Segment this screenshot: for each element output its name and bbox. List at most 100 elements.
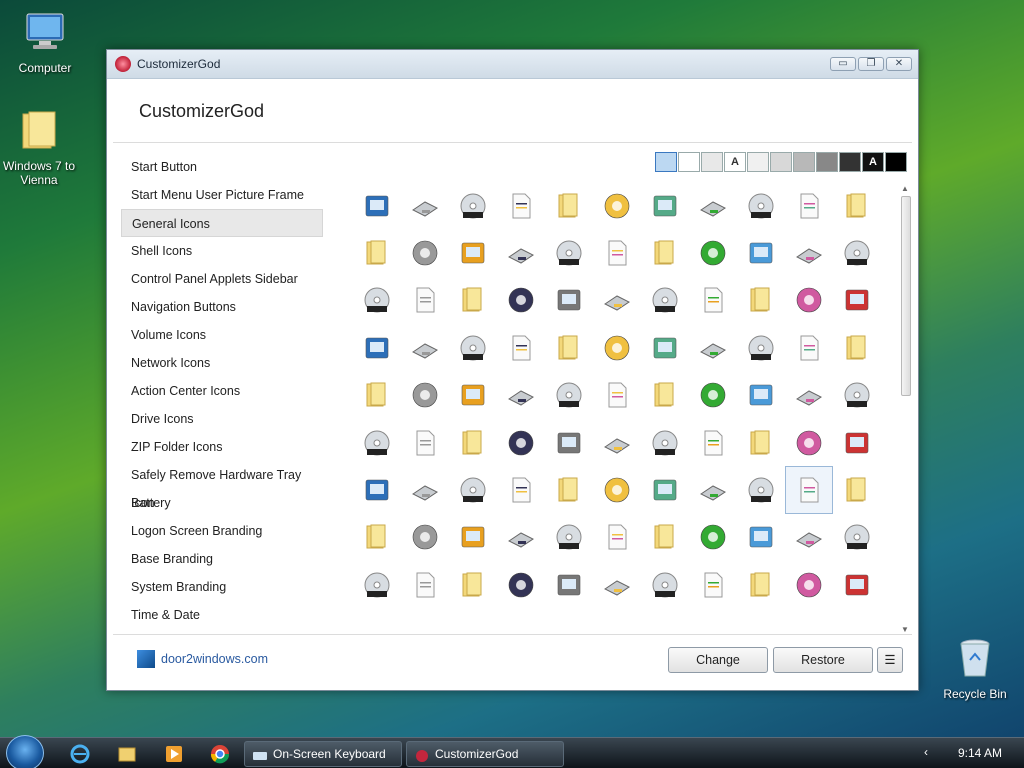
icon-cell[interactable] <box>593 419 641 466</box>
icon-cell[interactable] <box>833 229 881 276</box>
icon-cell[interactable] <box>593 561 641 608</box>
icon-cell[interactable] <box>401 277 449 324</box>
icon-cell[interactable] <box>353 182 401 229</box>
icon-cell[interactable] <box>737 277 785 324</box>
icon-cell[interactable] <box>641 372 689 419</box>
icon-cell[interactable] <box>497 182 545 229</box>
show-hidden-icons[interactable]: ‹ <box>924 745 928 759</box>
icon-cell[interactable] <box>401 561 449 608</box>
sidebar-item-system-branding[interactable]: System Branding <box>121 573 323 601</box>
scroll-up-icon[interactable]: ▲ <box>901 184 909 193</box>
sidebar-item-zip-folder-icons[interactable]: ZIP Folder Icons <box>121 433 323 461</box>
icon-cell[interactable] <box>497 324 545 371</box>
icon-cell[interactable] <box>689 561 737 608</box>
icon-cell[interactable] <box>545 561 593 608</box>
icon-cell[interactable] <box>497 514 545 561</box>
icon-cell[interactable] <box>737 372 785 419</box>
icon-cell[interactable] <box>833 514 881 561</box>
minimize-button[interactable]: ▭ <box>830 57 856 71</box>
desktop-icon-recycle-bin[interactable]: Recycle Bin <box>930 636 1020 701</box>
sidebar-item-battery[interactable]: Battery <box>121 489 323 517</box>
sidebar-item-volume-icons[interactable]: Volume Icons <box>121 321 323 349</box>
color-swatch[interactable] <box>770 152 792 172</box>
ie-icon[interactable] <box>70 744 90 764</box>
icon-cell[interactable] <box>449 324 497 371</box>
color-swatch[interactable]: A <box>862 152 884 172</box>
color-swatch[interactable]: A <box>724 152 746 172</box>
icon-cell[interactable] <box>689 324 737 371</box>
icon-cell[interactable] <box>497 229 545 276</box>
color-swatch[interactable] <box>747 152 769 172</box>
vertical-scrollbar[interactable]: ▲ ▼ <box>899 184 913 634</box>
icon-cell[interactable] <box>353 229 401 276</box>
close-button[interactable]: ✕ <box>886 57 912 71</box>
icon-cell[interactable] <box>737 182 785 229</box>
icon-cell[interactable] <box>689 372 737 419</box>
icon-cell[interactable] <box>641 229 689 276</box>
icon-cell[interactable] <box>401 324 449 371</box>
desktop-icon-folder[interactable]: Windows 7 to Vienna <box>0 108 84 187</box>
icon-cell[interactable] <box>593 277 641 324</box>
sidebar-item-control-panel-applets-sidebar[interactable]: Control Panel Applets Sidebar <box>121 265 323 293</box>
icon-cell[interactable] <box>785 324 833 371</box>
taskbar-customizergod[interactable]: CustomizerGod <box>406 741 564 767</box>
icon-cell[interactable] <box>785 182 833 229</box>
icon-cell[interactable] <box>689 466 737 513</box>
icon-cell[interactable] <box>737 419 785 466</box>
icon-cell[interactable] <box>593 324 641 371</box>
icon-cell[interactable] <box>833 372 881 419</box>
change-button[interactable]: Change <box>668 647 768 673</box>
icon-cell[interactable] <box>641 182 689 229</box>
icon-cell[interactable] <box>641 466 689 513</box>
icon-cell[interactable] <box>497 419 545 466</box>
icon-cell[interactable] <box>449 419 497 466</box>
icon-cell[interactable] <box>833 419 881 466</box>
icon-cell[interactable] <box>449 372 497 419</box>
menu-button[interactable]: ☰ <box>877 647 903 673</box>
icon-cell[interactable] <box>833 466 881 513</box>
icon-cell[interactable] <box>737 229 785 276</box>
icon-cell[interactable] <box>689 229 737 276</box>
icon-cell[interactable] <box>545 277 593 324</box>
title-bar[interactable]: CustomizerGod ▭ ❐ ✕ <box>107 50 918 79</box>
clock[interactable]: 9:14 AM <box>958 746 1002 760</box>
icon-cell[interactable] <box>401 514 449 561</box>
icon-cell[interactable] <box>641 324 689 371</box>
icon-cell[interactable] <box>401 419 449 466</box>
icon-cell[interactable] <box>401 229 449 276</box>
icon-cell[interactable] <box>833 561 881 608</box>
icon-cell[interactable] <box>689 419 737 466</box>
icon-cell[interactable] <box>545 372 593 419</box>
icon-cell[interactable] <box>737 324 785 371</box>
icon-cell[interactable] <box>401 182 449 229</box>
icon-cell[interactable] <box>353 466 401 513</box>
start-button[interactable] <box>6 735 44 768</box>
icon-cell[interactable] <box>785 419 833 466</box>
sidebar-item-shell-icons[interactable]: Shell Icons <box>121 237 323 265</box>
desktop-icon-computer[interactable]: Computer <box>0 10 90 75</box>
icon-cell[interactable] <box>353 277 401 324</box>
icon-cell[interactable] <box>449 182 497 229</box>
sidebar-item-navigation-buttons[interactable]: Navigation Buttons <box>121 293 323 321</box>
icon-cell[interactable] <box>833 324 881 371</box>
icon-cell[interactable] <box>785 514 833 561</box>
icon-cell[interactable] <box>449 277 497 324</box>
sidebar-item-time-date[interactable]: Time & Date <box>121 601 323 629</box>
explorer-icon[interactable] <box>117 744 137 764</box>
icon-cell[interactable] <box>641 277 689 324</box>
icon-cell[interactable] <box>353 514 401 561</box>
icon-cell[interactable] <box>353 561 401 608</box>
icon-cell[interactable] <box>641 514 689 561</box>
icon-cell[interactable] <box>737 561 785 608</box>
sidebar-item-start-menu-user-picture-frame[interactable]: Start Menu User Picture Frame <box>121 181 323 209</box>
icon-cell[interactable] <box>545 229 593 276</box>
color-swatch[interactable] <box>816 152 838 172</box>
sidebar-item-drive-icons[interactable]: Drive Icons <box>121 405 323 433</box>
icon-cell[interactable] <box>401 466 449 513</box>
icon-cell[interactable] <box>785 229 833 276</box>
icon-cell[interactable] <box>545 419 593 466</box>
color-swatch[interactable] <box>678 152 700 172</box>
icon-cell[interactable] <box>497 277 545 324</box>
icon-cell[interactable] <box>449 466 497 513</box>
scroll-thumb[interactable] <box>901 196 911 396</box>
